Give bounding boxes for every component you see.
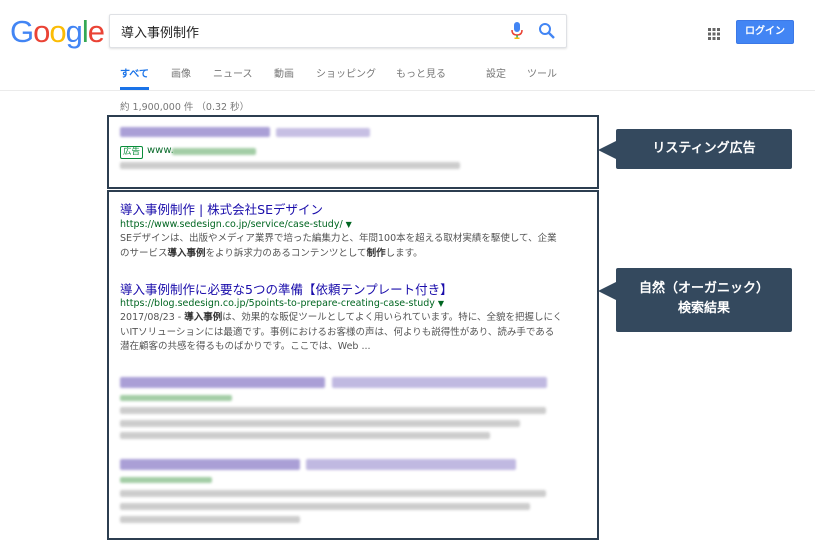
google-header: Google 導入事例制作 ログイン すべて 画像 ニュース 動画 ショッピング…: [0, 0, 815, 91]
blurred-result-snippet: [120, 420, 520, 427]
logo-letter: o: [49, 14, 66, 49]
snippet-text: をより訴求力のあるコンテンツとして: [205, 247, 367, 259]
microphone-icon[interactable]: [510, 22, 524, 44]
blurred-result-title: [120, 459, 300, 470]
blurred-result-title: [120, 377, 325, 388]
snippet-text: のサービス: [120, 247, 168, 259]
search-tabs: すべて 画像 ニュース 動画 ショッピング もっと見る 設定 ツール: [0, 65, 815, 90]
organic-callout-pointer: [598, 282, 616, 300]
snippet-bold: 導入事例: [184, 312, 223, 323]
result-title-link[interactable]: 導入事例制作 | 株式会社SEデザイン: [120, 199, 323, 218]
result-url-text: https://www.sedesign.co.jp/service/case-…: [120, 219, 343, 230]
logo-letter: e: [87, 14, 105, 49]
result-url: https://blog.sedesign.co.jp/5points-to-p…: [120, 298, 444, 309]
blurred-result-url: [120, 395, 232, 401]
ad-callout-label: リスティング広告: [616, 129, 792, 169]
blurred-result-title: [306, 459, 516, 470]
blurred-result-snippet: [120, 432, 490, 439]
login-button[interactable]: ログイン: [736, 20, 794, 44]
search-input[interactable]: 導入事例制作: [109, 14, 567, 48]
snippet-text: いITソリューションには最適です。事例におけるお客様の声は、何よりも説得性があり…: [120, 326, 555, 338]
result-url-text: https://blog.sedesign.co.jp/5points-to-p…: [120, 298, 435, 309]
result-stats: 約 1,900,000 件 （0.32 秒）: [120, 102, 250, 113]
snippet-text: します。: [385, 247, 423, 259]
tab-tools[interactable]: ツール: [527, 65, 557, 89]
blurred-ad-snippet: [120, 162, 460, 169]
result-url: https://www.sedesign.co.jp/service/case-…: [120, 219, 352, 230]
snippet-bold: 導入事例: [167, 247, 206, 259]
blurred-ad-title: [120, 127, 270, 137]
snippet-text: 潜在顧客の共感を得るものばかりです。ここでは、Web ...: [120, 341, 371, 352]
tab-more[interactable]: もっと見る: [396, 65, 446, 89]
blurred-ad-url: [172, 148, 256, 155]
snippet-line: SEデザインは、出版やメディア業界で培った編集力と、年間100本を超える取材実績…: [120, 232, 580, 247]
result-title-link[interactable]: 導入事例制作に必要な5つの準備【依頼テンプレート付き】: [120, 279, 453, 298]
logo-letter: o: [33, 14, 50, 49]
blurred-ad-title: [276, 128, 370, 137]
snippet-line: のサービス導入事例をより訴求力のあるコンテンツとして制作します。: [120, 247, 580, 262]
organic-callout-line: 検索結果: [677, 301, 730, 316]
logo-letter: g: [65, 14, 83, 49]
blurred-result-url: [120, 477, 212, 483]
snippet-line: いITソリューションには最適です。事例におけるお客様の声は、何よりも説得性があり…: [120, 326, 580, 341]
snippet-bold: 制作: [366, 247, 386, 259]
snippet-text: SEデザインは、出版やメディア業界で培った編集力と、年間100本を超える取材実績…: [120, 233, 557, 244]
snippet-line: 潜在顧客の共感を得るものばかりです。ここでは、Web ...: [120, 340, 580, 355]
tab-images[interactable]: 画像: [171, 65, 191, 89]
apps-grid-icon[interactable]: [708, 25, 720, 44]
organic-callout-line: 自然（オーガニック）: [638, 281, 769, 296]
blurred-result-snippet: [120, 516, 300, 523]
search-query-text[interactable]: 導入事例制作: [121, 22, 199, 41]
tab-all[interactable]: すべて: [120, 65, 149, 90]
snippet-text: は、効果的な販促ツールとしてよく用いられています。特に、全貌を把握しにく: [222, 312, 563, 323]
organic-callout-label: 自然（オーガニック） 検索結果: [616, 268, 792, 332]
blurred-result-snippet: [120, 490, 546, 497]
tab-news[interactable]: ニュース: [213, 65, 253, 89]
tab-shopping[interactable]: ショッピング: [316, 65, 376, 89]
ad-callout-pointer: [598, 141, 616, 159]
result-snippet: SEデザインは、出版やメディア業界で培った編集力と、年間100本を超える取材実績…: [120, 232, 580, 261]
result-snippet: 2017/08/23 - 導入事例は、効果的な販促ツールとしてよく用いられていま…: [120, 311, 580, 355]
tab-settings[interactable]: 設定: [486, 65, 506, 89]
snippet-text: 2017/08/23 -: [120, 312, 185, 323]
tab-videos[interactable]: 動画: [274, 65, 294, 89]
search-icon[interactable]: [538, 22, 556, 44]
google-logo[interactable]: Google: [10, 14, 105, 50]
ad-badge: 広告: [120, 146, 144, 159]
ad-url-prefix: www.: [147, 145, 174, 156]
snippet-line: 2017/08/23 - 導入事例は、効果的な販促ツールとしてよく用いられていま…: [120, 311, 580, 326]
logo-letter: G: [10, 14, 34, 49]
blurred-result-title: [332, 377, 547, 388]
url-dropdown-icon[interactable]: ▼: [346, 220, 352, 229]
blurred-result-snippet: [120, 407, 546, 414]
blurred-result-snippet: [120, 503, 530, 510]
url-dropdown-icon[interactable]: ▼: [438, 299, 444, 308]
